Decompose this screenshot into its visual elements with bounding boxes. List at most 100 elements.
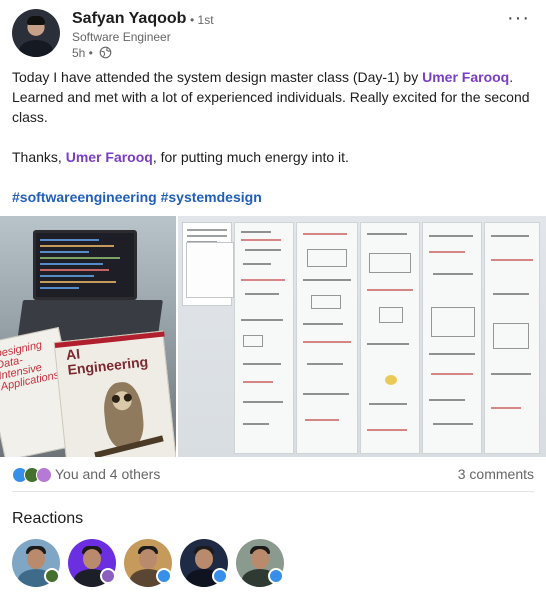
hashtag-link[interactable]: #systemdesign	[161, 189, 262, 205]
sketch-line	[369, 403, 407, 405]
reactions-heading: Reactions	[12, 510, 84, 527]
sketch-highlight	[385, 375, 397, 385]
sketch-line	[367, 343, 409, 345]
sketch-box	[369, 253, 411, 273]
sketch-line-red	[491, 259, 533, 261]
whiteboard-sheet	[360, 222, 420, 454]
reactor-face	[251, 549, 269, 569]
sketch-line	[303, 393, 349, 395]
more-icon[interactable]: ···	[507, 7, 530, 30]
whiteboard-sheet	[484, 222, 540, 454]
sketch-line-red	[429, 251, 465, 253]
sketch-box	[307, 249, 347, 267]
like-icon	[268, 568, 284, 584]
post-text-line1-prefix: Today I have attended the system design …	[12, 69, 423, 85]
paper-card	[186, 242, 234, 298]
code-line	[40, 269, 109, 271]
like-icon	[156, 568, 172, 584]
like-icon	[212, 568, 228, 584]
post-hashtags: #softwareengineering #systemdesign	[12, 187, 534, 207]
author-headline: Software Engineer	[72, 30, 171, 44]
laptop-screen	[33, 230, 137, 300]
print-row	[187, 235, 227, 237]
globe-icon	[99, 46, 112, 59]
thanks-prefix: Thanks,	[12, 149, 66, 165]
celebrate-icon	[44, 568, 60, 584]
reactor-face	[83, 549, 101, 569]
support-icon	[100, 568, 116, 584]
sketch-line-red	[243, 381, 273, 383]
support-icon	[36, 467, 52, 483]
owl-eye	[111, 394, 121, 404]
sketch-line-red	[303, 341, 351, 343]
comments-count[interactable]: 3 comments	[458, 466, 534, 482]
post-media: Designing Data-Intensive Applications AI…	[0, 216, 546, 457]
sketch-line	[243, 423, 269, 425]
reactor-face	[195, 549, 213, 569]
post-text: Today I have attended the system design …	[12, 67, 534, 207]
sketch-line	[241, 319, 283, 321]
whiteboard-sheet	[422, 222, 482, 454]
post-paragraph-2: Thanks, Umer Farooq, for putting much en…	[12, 147, 534, 167]
sketch-box	[379, 307, 403, 323]
connection-degree: • 1st	[190, 13, 214, 27]
sketch-line-red	[241, 279, 285, 281]
code-line	[40, 239, 99, 241]
sketch-line-red	[367, 289, 413, 291]
avatar-hair	[27, 16, 45, 25]
sketch-line-red	[431, 373, 473, 375]
reactor-face	[27, 549, 45, 569]
sketch-line	[243, 363, 281, 365]
sketch-line	[433, 423, 473, 425]
sketch-line	[493, 293, 529, 295]
sketch-line-red	[303, 233, 347, 235]
mention-link[interactable]: Umer Farooq	[66, 149, 153, 165]
code-line	[40, 257, 121, 259]
thanks-suffix: , for putting much energy into it.	[152, 149, 349, 165]
code-line	[40, 281, 117, 283]
hashtag-link[interactable]: #softwareengineering	[12, 189, 157, 205]
whiteboard-sheet	[234, 222, 294, 454]
sketch-line	[303, 279, 351, 281]
sketch-box	[431, 307, 475, 337]
sketch-line-red	[305, 419, 339, 421]
sketch-line	[303, 323, 343, 325]
post-paragraph-1: Today I have attended the system design …	[12, 67, 534, 127]
sketch-line	[429, 235, 473, 237]
social-counts: You and 4 others 3 comments	[12, 465, 534, 485]
author-name[interactable]: Safyan Yaqoob	[72, 10, 186, 28]
sketch-line-red	[491, 407, 521, 409]
code-line	[40, 251, 89, 253]
book-ddia-title: Designing Data-Intensive Applications	[0, 338, 61, 394]
sketch-line	[241, 231, 271, 233]
reaction-icons[interactable]	[12, 467, 52, 483]
sketch-line	[245, 293, 279, 295]
owl-illustration	[101, 380, 146, 450]
photo-laptop-books[interactable]: Designing Data-Intensive Applications AI…	[0, 216, 176, 457]
post-timestamp: 5h •	[72, 46, 93, 60]
photo-whiteboard[interactable]	[178, 216, 546, 457]
reactions-count[interactable]: You and 4 others	[55, 466, 160, 482]
sketch-line	[429, 399, 465, 401]
sketch-box	[243, 335, 263, 347]
sketch-line	[491, 373, 531, 375]
sketch-line	[243, 401, 283, 403]
author-avatar[interactable]	[12, 9, 60, 57]
sketch-line	[433, 273, 473, 275]
owl-eye	[123, 393, 133, 403]
code-line	[40, 245, 114, 247]
code-line	[40, 263, 103, 265]
sketch-box	[311, 295, 341, 309]
sketch-line	[367, 233, 407, 235]
mention-link[interactable]: Umer Farooq	[422, 69, 509, 85]
divider	[12, 491, 534, 492]
code-line	[40, 275, 94, 277]
whiteboard-sheet	[296, 222, 358, 454]
sketch-box	[493, 323, 529, 349]
sketch-line-red	[241, 239, 281, 241]
book-ai-engineering: AI Engineering	[53, 330, 176, 457]
sketch-line	[245, 249, 281, 251]
reactor-face	[139, 549, 157, 569]
